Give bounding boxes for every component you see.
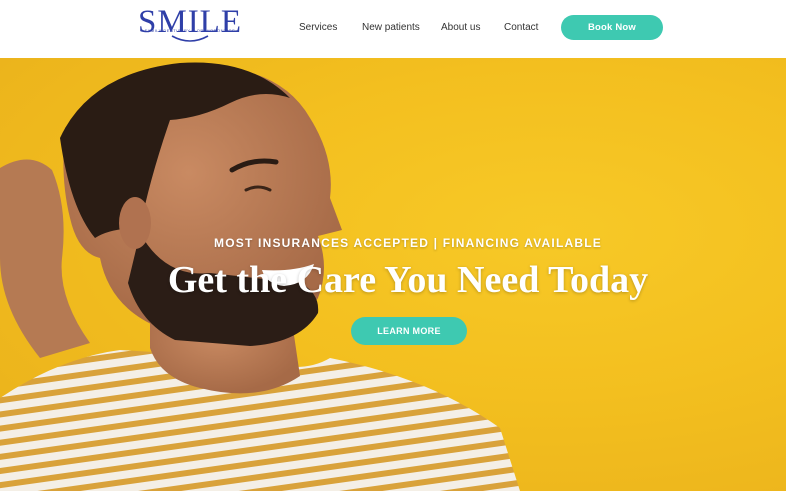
main-nav: Services New patients About us Contact bbox=[0, 19, 786, 37]
nav-services[interactable]: Services bbox=[299, 19, 337, 37]
learn-more-button[interactable]: LEARN MORE bbox=[351, 317, 467, 345]
book-now-button[interactable]: Book Now bbox=[561, 15, 663, 40]
hero-title: Get the Care You Need Today bbox=[167, 259, 649, 301]
nav-about-us[interactable]: About us bbox=[441, 19, 480, 37]
nav-new-patients[interactable]: New patients bbox=[362, 19, 420, 37]
hero-subtitle: MOST INSURANCES ACCEPTED | FINANCING AVA… bbox=[214, 236, 602, 250]
hero-section: MOST INSURANCES ACCEPTED | FINANCING AVA… bbox=[0, 58, 786, 491]
nav-contact[interactable]: Contact bbox=[504, 19, 538, 37]
site-header: SMILE FAMILY DENTISTRY & ORTHODONTICS Se… bbox=[0, 0, 786, 58]
